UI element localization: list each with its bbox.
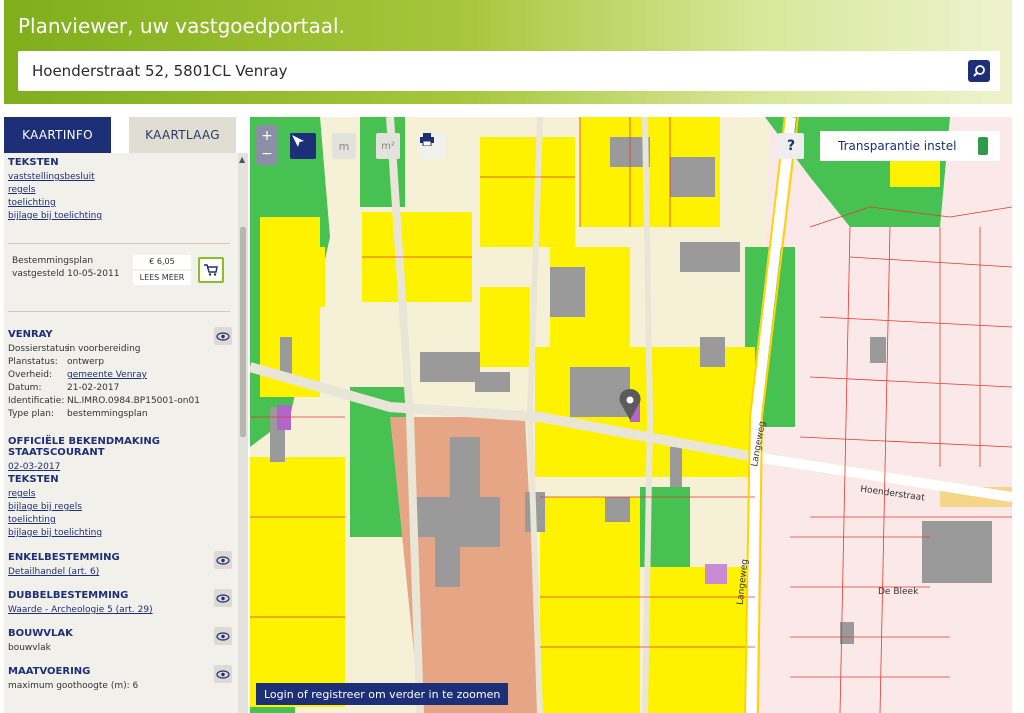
- search-button[interactable]: [968, 60, 990, 82]
- header-banner: Planviewer, uw vastgoedportaal.: [4, 0, 1012, 104]
- plan-label: Bestemmingsplan vastgesteld 10-05-2011: [12, 256, 120, 279]
- eye-icon: [216, 669, 230, 679]
- eye-icon: [216, 331, 230, 341]
- link-bijlage-toelichting[interactable]: bijlage bij toelichting: [8, 210, 234, 223]
- teksten-section: TEKSTEN regels bijlage bij regels toelic…: [8, 474, 234, 540]
- info-row: Planstatus: ontwerp: [8, 356, 234, 369]
- teksten-section: TEKSTEN vaststellingsbesluit regels toel…: [8, 157, 234, 223]
- add-to-cart-button[interactable]: [198, 257, 224, 283]
- eye-icon: [216, 555, 230, 565]
- toggle-visibility-button[interactable]: [214, 589, 232, 607]
- row-key: Type plan:: [8, 409, 54, 419]
- zoom-out-button[interactable]: −: [261, 145, 273, 163]
- bekendmaking-date-link[interactable]: 02-03-2017: [8, 461, 234, 474]
- link-regels[interactable]: regels: [8, 184, 234, 197]
- scrollbar-thumb[interactable]: [240, 227, 246, 437]
- page-title: Planviewer, uw vastgoedportaal.: [18, 14, 345, 38]
- row-value: bestemmingsplan: [67, 409, 148, 419]
- transparency-control[interactable]: Transparantie instel: [820, 131, 1000, 161]
- search-box: [18, 51, 1000, 91]
- print-button[interactable]: [420, 133, 446, 159]
- toggle-visibility-button[interactable]: [214, 627, 232, 645]
- eye-icon: [216, 631, 230, 641]
- select-tool-button[interactable]: [290, 133, 316, 159]
- row-value: in voorbereiding: [67, 344, 141, 354]
- read-more-button[interactable]: LEES MEER: [133, 271, 191, 285]
- bekendmaking-section: OFFICIËLE BEKENDMAKING STAATSCOURANT 02-…: [8, 436, 234, 474]
- maatvoering-section: MAATVOERING maximum goothoogte (m): 6: [8, 666, 234, 693]
- info-row: Datum: 21-02-2017: [8, 382, 234, 395]
- cart-icon: [204, 264, 218, 276]
- info-panel: ▲ TEKSTEN vaststellingsbesluit regels to…: [4, 153, 248, 713]
- transparency-slider-handle[interactable]: [978, 137, 988, 155]
- cursor-icon: [292, 135, 304, 147]
- row-key: Overheid:: [8, 370, 52, 380]
- toggle-visibility-button[interactable]: [214, 551, 232, 569]
- divider: [8, 243, 230, 244]
- archeologie-link[interactable]: Waarde - Archeologie 5 (art. 29): [8, 604, 234, 617]
- login-register-banner[interactable]: Login of registreer om verder in te zoom…: [256, 683, 509, 705]
- measure-length-button[interactable]: m: [332, 133, 356, 159]
- scroll-up-icon[interactable]: ▲: [239, 155, 245, 164]
- maatvoering-value: maximum goothoogte (m): 6: [8, 681, 139, 691]
- section-title: VENRAY: [8, 329, 53, 340]
- panel-scrollbar[interactable]: ▲: [238, 153, 248, 713]
- tab-kaartlaag[interactable]: KAARTLAAG: [129, 117, 236, 153]
- section-title: DUBBELBESTEMMING: [8, 590, 129, 601]
- address-search-input[interactable]: [18, 51, 958, 91]
- plan-purchase-box: Bestemmingsplan vastgesteld 10-05-2011 €…: [8, 249, 230, 305]
- transparency-label: Transparantie instel: [838, 139, 957, 153]
- link-bijlage-regels[interactable]: bijlage bij regels: [8, 501, 234, 514]
- dubbelbestemming-section: DUBBELBESTEMMING Waarde - Archeologie 5 …: [8, 590, 234, 617]
- print-icon: [420, 133, 434, 146]
- zoom-in-button[interactable]: +: [261, 127, 273, 145]
- zoning-map-canvas: [250, 117, 1012, 713]
- row-value: ontwerp: [67, 357, 105, 367]
- measure-m-icon: m: [338, 139, 350, 153]
- info-row: Identificatie: NL.IMRO.0984.BP15001-on01: [8, 395, 234, 408]
- link-toelichting[interactable]: toelichting: [8, 197, 234, 210]
- search-icon: [973, 65, 985, 77]
- section-title: BOUWVLAK: [8, 628, 73, 639]
- eye-icon: [216, 593, 230, 603]
- link-vaststellingsbesluit[interactable]: vaststellingsbesluit: [8, 171, 234, 184]
- info-row: Overheid: gemeente Venray: [8, 369, 234, 382]
- tab-kaartinfo[interactable]: KAARTINFO: [4, 117, 111, 153]
- detailhandel-link[interactable]: Detailhandel (art. 6): [8, 566, 234, 579]
- section-title: TEKSTEN: [8, 474, 59, 485]
- overheid-link[interactable]: gemeente Venray: [67, 369, 147, 382]
- row-value: 21-02-2017: [67, 383, 120, 393]
- info-row: Dossierstatus: in voorbereiding: [8, 343, 234, 356]
- toggle-visibility-button[interactable]: [214, 665, 232, 683]
- street-label: De Bleek: [878, 587, 919, 597]
- map-view[interactable]: Langeweg Hoenderstraat De Bleek Langeweg…: [250, 117, 1012, 713]
- link-toelichting[interactable]: toelichting: [8, 514, 234, 527]
- divider: [8, 311, 230, 312]
- toggle-visibility-button[interactable]: [214, 327, 232, 345]
- info-row: Type plan: bestemmingsplan: [8, 408, 234, 421]
- section-title: TEKSTEN: [8, 157, 59, 168]
- link-bijlage-toelichting[interactable]: bijlage bij toelichting: [8, 527, 234, 540]
- zoom-controls: + −: [256, 125, 278, 165]
- section-title: MAATVOERING: [8, 666, 91, 677]
- row-value: NL.IMRO.0984.BP15001-on01: [67, 396, 200, 406]
- bouwvlak-value: bouwvlak: [8, 643, 51, 653]
- row-key: Identificatie:: [8, 396, 65, 406]
- bouwvlak-section: BOUWVLAK bouwvlak: [8, 628, 234, 655]
- help-button[interactable]: ?: [778, 133, 804, 159]
- section-title: ENKELBESTEMMING: [8, 552, 120, 563]
- row-key: Planstatus:: [8, 357, 58, 367]
- venray-section: VENRAY Dossierstatus: in voorbereiding Pl…: [8, 329, 234, 421]
- enkelbestemming-section: ENKELBESTEMMING Detailhandel (art. 6): [8, 552, 234, 579]
- link-regels[interactable]: regels: [8, 488, 234, 501]
- price-badge: € 6,05: [133, 255, 191, 269]
- row-key: Dossierstatus:: [8, 344, 73, 354]
- measure-area-button[interactable]: m²: [376, 133, 400, 159]
- row-key: Datum:: [8, 383, 42, 393]
- measure-m2-icon: m²: [381, 140, 395, 152]
- planviewer-app: Planviewer, uw vastgoedportaal. KAARTINF…: [0, 0, 1024, 713]
- panel-tabs: KAARTINFO KAARTLAAG: [4, 117, 236, 153]
- section-title: OFFICIËLE BEKENDMAKING STAATSCOURANT: [8, 436, 160, 458]
